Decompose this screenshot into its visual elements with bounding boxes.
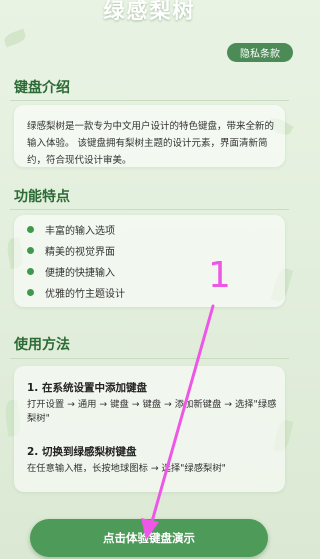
annotation-arrow-icon bbox=[141, 304, 215, 540]
